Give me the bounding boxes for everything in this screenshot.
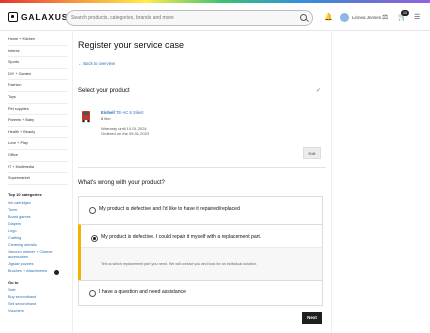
top-category-link[interactable]: Lego [8, 228, 68, 235]
order-date: Ordered on the 09.01.2023 [101, 131, 150, 136]
product-brand: Einhell [101, 110, 115, 115]
radio-repair-replace[interactable] [89, 207, 96, 214]
sidebar-item-love-play[interactable]: Love + Play [8, 138, 68, 150]
option-question-assistance[interactable]: I have a question and need assistance [78, 280, 323, 306]
question-heading: What's wrong with your product? [78, 180, 165, 186]
top-category-link[interactable]: Vacuum cleaner + Cleaner accessories [8, 250, 68, 259]
goto-link-buy-secondhand[interactable]: Buy secondhand [8, 294, 68, 301]
service-case-form: Register your service case ← Back to ove… [72, 30, 332, 333]
option-repair-replace[interactable]: My product is defective and I'd like to … [78, 196, 323, 225]
option-label: My product is defective and I'd like to … [99, 206, 240, 212]
product-model: TE-AC 6 Silent [115, 110, 144, 115]
back-to-overview-link[interactable]: ← Back to overview [78, 61, 115, 66]
sidebar-item-health-beauty[interactable]: Health + Beauty [8, 127, 68, 139]
goto-link-sell-secondhand[interactable]: Sell secondhand [8, 301, 68, 308]
compare-icon[interactable]: ⚖ [382, 14, 388, 22]
goto-link-vouchers[interactable]: Vouchers [8, 308, 68, 315]
section-divider [78, 167, 326, 168]
sidebar-item-it-multimedia[interactable]: IT + Multimedia [8, 162, 68, 174]
notification-bell-icon[interactable]: 🔔 [324, 14, 333, 22]
sidebar-item-parents-baby[interactable]: Parents + Baby [8, 115, 68, 127]
goto-heading: Go to [8, 279, 19, 285]
chat-icon[interactable] [54, 270, 59, 275]
sidebar-item-toys[interactable]: Toys [8, 92, 68, 104]
sidebar-item-home-kitchen[interactable]: Home + Kitchen [8, 34, 68, 46]
top-category-link[interactable]: Crafting [8, 235, 68, 242]
select-product-heading: Select your product [78, 88, 130, 94]
logo-icon [8, 12, 18, 22]
sidebar-item-interior[interactable]: Interior [8, 46, 68, 58]
logo-text: GALAXUS [21, 12, 69, 22]
product-image [82, 111, 90, 123]
radio-question-assistance[interactable] [89, 290, 96, 297]
top-category-link[interactable]: Board games [8, 214, 68, 221]
back-link-label: Back to overview [83, 61, 116, 66]
category-sidebar: Home + Kitchen Interior Sports DIY + Gar… [8, 34, 68, 333]
search-input[interactable] [71, 11, 296, 25]
sidebar-item-pet-supplies[interactable]: Pet supplies [8, 104, 68, 116]
product-name-link[interactable]: Einhell TE-AC 6 Silent [101, 110, 144, 115]
top-navigation-bar: GALAXUS 🔔 Linnea Jensen ⚖ 🛒 10 ☰ [0, 3, 430, 31]
top-category-link[interactable]: Cleaning utensils [8, 242, 68, 249]
sidebar-item-fashion[interactable]: Fashion [8, 80, 68, 92]
edit-button[interactable]: Edit [303, 147, 321, 159]
cart-count-badge: 10 [401, 10, 409, 16]
check-icon: ✓ [316, 88, 322, 94]
product-variant: 8 liter [101, 116, 111, 121]
top-category-link[interactable]: Toner [8, 207, 68, 214]
menu-icon[interactable]: ☰ [414, 14, 420, 22]
option-replacement-part[interactable]: My product is defective. I could repair … [78, 224, 323, 281]
search-icon[interactable] [300, 14, 307, 21]
galaxus-logo[interactable]: GALAXUS [8, 12, 68, 22]
sidebar-item-office[interactable]: Office [8, 150, 68, 162]
sidebar-item-sports[interactable]: Sports [8, 57, 68, 69]
top-categories-heading: Top 10 categories [8, 191, 42, 197]
option-description: Tell us which replacement part you need.… [101, 262, 257, 266]
sidebar-item-supermarket[interactable]: Supermarket [8, 173, 68, 185]
option-label: I have a question and need assistance [99, 289, 186, 295]
goto-link-sale[interactable]: Sale [8, 287, 68, 294]
top-category-link[interactable]: Diapers [8, 221, 68, 228]
user-avatar[interactable] [340, 13, 349, 22]
top-category-link[interactable]: Jigsaw puzzles [8, 261, 68, 268]
page-title: Register your service case [78, 40, 185, 50]
user-name[interactable]: Linnea Jensen [352, 15, 381, 20]
sidebar-item-diy-garden[interactable]: DIY + Garden [8, 69, 68, 81]
next-button[interactable]: Next [302, 312, 322, 324]
search-bar[interactable] [66, 10, 313, 26]
radio-replacement-part[interactable] [91, 235, 98, 242]
top-category-link[interactable]: Ink cartridges [8, 200, 68, 207]
option-label: My product is defective. I could repair … [101, 234, 262, 240]
top-category-link[interactable]: Brushes + Attachments [8, 268, 68, 275]
